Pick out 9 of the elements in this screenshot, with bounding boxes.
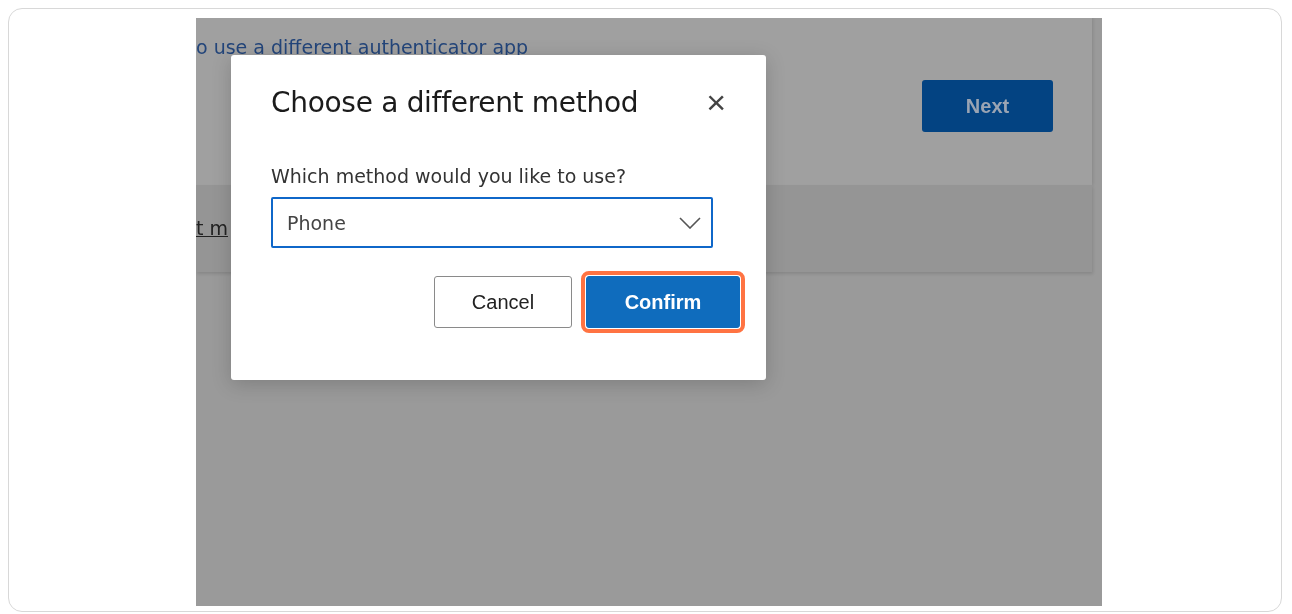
dialog-title: Choose a different method [271, 85, 639, 119]
chevron-down-icon [679, 216, 701, 229]
link[interactable]: t m [196, 216, 228, 239]
next-button[interactable]: Next [922, 80, 1053, 132]
close-button[interactable]: × [704, 85, 728, 119]
field-label: Which method would you like to use? [271, 165, 628, 187]
cancel-button[interactable]: Cancel [434, 276, 572, 328]
method-select[interactable]: Phone [271, 197, 713, 248]
link[interactable]: o use a different authenticator app [196, 36, 529, 58]
